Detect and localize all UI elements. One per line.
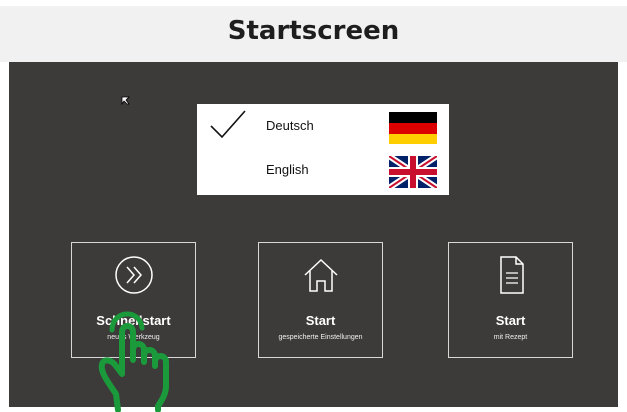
language-label-english: English bbox=[266, 162, 309, 177]
tile-subtitle: mit Rezept bbox=[493, 334, 528, 341]
language-option-deutsch[interactable]: Deutsch bbox=[197, 104, 449, 149]
language-label-deutsch: Deutsch bbox=[266, 118, 314, 133]
page-title: Startscreen bbox=[227, 16, 400, 46]
uk-flag-icon bbox=[389, 156, 437, 188]
start-recipe-tile[interactable]: Start mit Rezept bbox=[448, 242, 573, 358]
tile-title: Start bbox=[305, 313, 336, 328]
tile-title: Start bbox=[495, 313, 526, 328]
start-saved-settings-tile[interactable]: Start gespeicherte Einstellungen bbox=[258, 242, 383, 358]
document-icon bbox=[499, 256, 524, 294]
checkmark-icon bbox=[210, 110, 246, 139]
home-icon bbox=[303, 258, 338, 292]
mouse-cursor-icon bbox=[121, 96, 130, 105]
header-bar: Startscreen bbox=[0, 0, 627, 62]
language-option-english[interactable]: English bbox=[197, 150, 449, 195]
main-panel: Deutsch English Schnellstart neues Werkz… bbox=[9, 62, 618, 412]
germany-flag-icon bbox=[389, 112, 437, 144]
tile-subtitle: gespeicherte Einstellungen bbox=[278, 334, 363, 341]
fast-forward-circle-icon bbox=[114, 256, 153, 294]
language-selector: Deutsch English bbox=[197, 104, 449, 195]
tap-hand-icon bbox=[98, 311, 169, 412]
